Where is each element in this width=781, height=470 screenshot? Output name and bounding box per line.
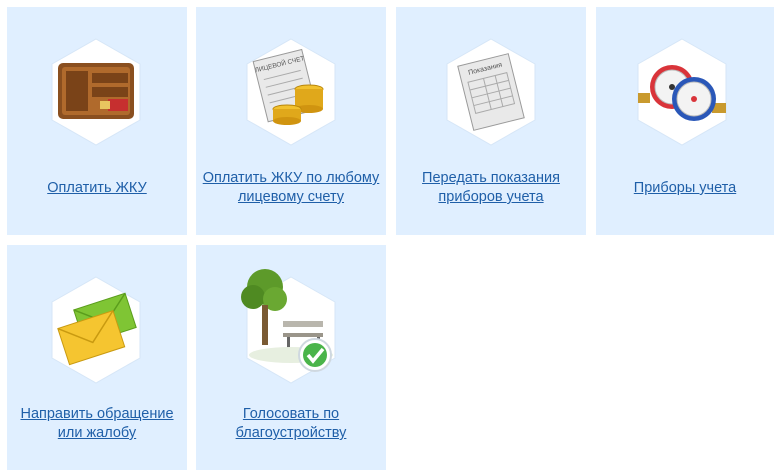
tile-pay-housing-utilities[interactable]: Оплатить ЖКУ bbox=[7, 7, 187, 235]
tile-label[interactable]: Оплатить ЖКУ по любому лицевому счету bbox=[202, 169, 380, 207]
tile-submit-meter-readings[interactable]: Показания Передать показания приборов уч… bbox=[396, 7, 586, 235]
water-meters-icon bbox=[637, 38, 727, 146]
envelopes-icon bbox=[51, 276, 141, 384]
tile-vote-improvement[interactable]: Голосовать по благоустройству bbox=[196, 245, 386, 470]
tile-meters[interactable]: Приборы учета bbox=[596, 7, 774, 235]
wallet-icon bbox=[51, 38, 141, 146]
account-coins-icon: ЛИЦЕВОЙ СЧЕТ bbox=[246, 38, 336, 146]
tile-label[interactable]: Приборы учета bbox=[602, 179, 768, 198]
tile-label[interactable]: Голосовать по благоустройству bbox=[202, 405, 380, 443]
park-vote-icon bbox=[241, 269, 336, 384]
meter-readings-form-icon: Показания bbox=[446, 38, 536, 146]
tile-label[interactable]: Направить обращение или жалобу bbox=[13, 405, 181, 443]
tile-label[interactable]: Оплатить ЖКУ bbox=[13, 179, 181, 198]
tile-pay-any-account[interactable]: ЛИЦЕВОЙ СЧЕТ Оплатить ЖКУ по любому лице… bbox=[196, 7, 386, 235]
tile-send-appeal[interactable]: Направить обращение или жалобу bbox=[7, 245, 187, 470]
tile-label[interactable]: Передать показания приборов учета bbox=[402, 169, 580, 207]
